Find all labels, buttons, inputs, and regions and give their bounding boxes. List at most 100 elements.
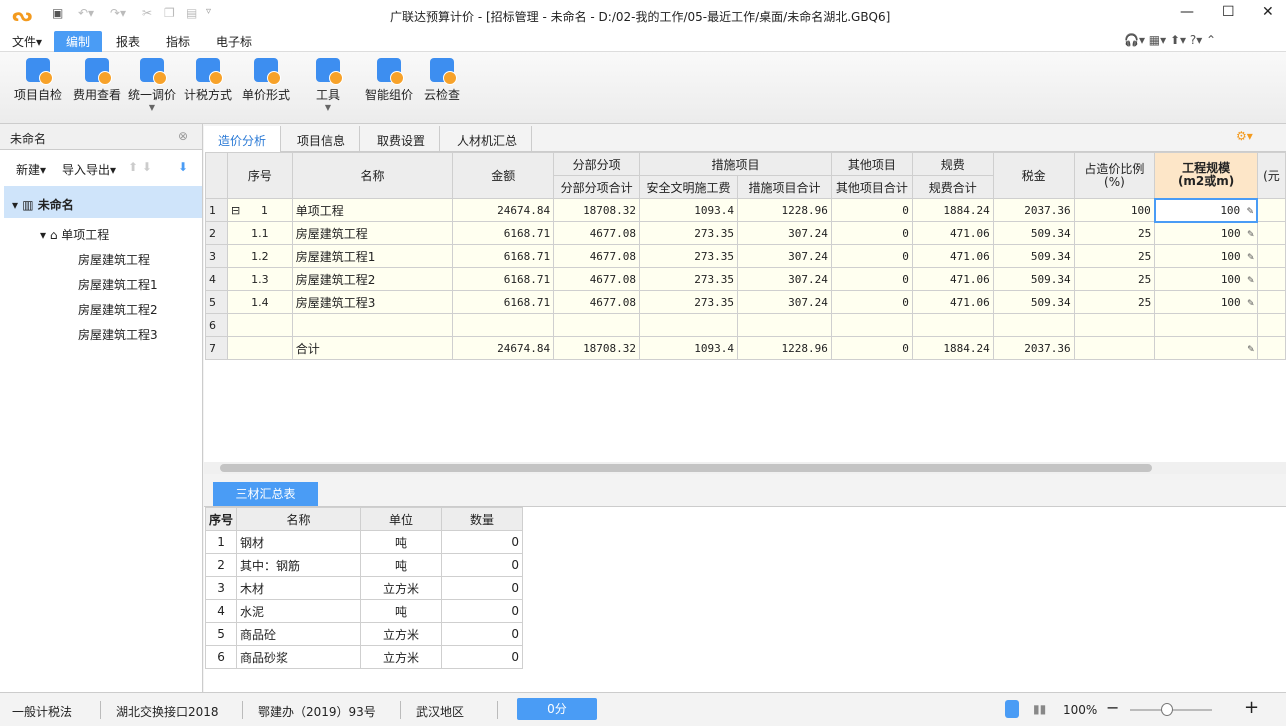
maximize-button[interactable]: ☐ [1222, 4, 1235, 20]
tax-cell[interactable] [992, 313, 1075, 337]
tab-material-summary[interactable]: 人材机汇总 [443, 126, 533, 152]
amount-cell[interactable]: 6168.71 [452, 244, 555, 268]
other-total-cell[interactable]: 0 [830, 267, 913, 291]
measures-total-cell[interactable]: 1228.96 [737, 336, 832, 360]
table-row[interactable]: 1 钢材吨 0 [204, 530, 524, 554]
subitem-total-cell[interactable]: 4677.08 [553, 221, 641, 245]
measures-total-cell[interactable]: 307.24 [737, 267, 832, 291]
name-cell[interactable]: 单项工程 [291, 198, 454, 222]
scale-cell[interactable]: 100 ✎ [1153, 197, 1259, 223]
table-row[interactable]: 6 商品砂浆 立方米 0 [204, 645, 524, 669]
safety-fee-cell[interactable]: 1093.4 [639, 336, 738, 360]
paste-icon[interactable]: ▤ [186, 6, 197, 20]
fees-total-cell[interactable]: 471.06 [911, 221, 994, 245]
customize-icon[interactable]: ▿ [206, 6, 211, 17]
fees-total-cell[interactable]: 471.06 [911, 244, 994, 268]
table-row[interactable]: 5 1.4 房屋建筑工程3 6168.71 4677.08 273.35 307.24 0 47… [205, 290, 1286, 314]
tax-cell[interactable]: 2037.36 [992, 198, 1075, 222]
save-icon[interactable]: ▣ [52, 6, 63, 20]
unit-cell[interactable]: 立方米 [360, 645, 443, 669]
table-row[interactable]: 3 1.2 房屋建筑工程1 6168.71 4677.08 273.35 307.24 0 47… [205, 244, 1286, 268]
fees-total-cell[interactable]: 471.06 [911, 267, 994, 291]
other-total-cell[interactable] [830, 313, 913, 337]
safety-fee-cell[interactable] [639, 313, 738, 337]
qty-cell[interactable]: 0 [441, 599, 524, 623]
redo-icon[interactable]: ↷▾ [110, 6, 126, 20]
tree-item-root[interactable]: ▾ ▥ 未命名 [12, 196, 74, 213]
name-cell[interactable] [291, 313, 454, 337]
seq-cell[interactable]: 1.3 [226, 267, 293, 291]
other-total-cell[interactable]: 0 [830, 336, 913, 360]
column-settings-icon[interactable]: ⚙▾ [1236, 129, 1253, 143]
measures-total-cell[interactable]: 307.24 [737, 290, 832, 314]
zoom-in-button[interactable]: + [1244, 697, 1259, 718]
subitem-total-cell[interactable]: 4677.08 [553, 290, 641, 314]
tax-cell[interactable]: 509.34 [992, 221, 1075, 245]
ratio-cell[interactable] [1073, 336, 1156, 360]
amount-cell[interactable]: 6168.71 [452, 267, 555, 291]
safety-fee-cell[interactable]: 273.35 [639, 221, 738, 245]
safety-fee-cell[interactable]: 273.35 [639, 244, 738, 268]
qty-cell[interactable]: 0 [441, 553, 524, 577]
name-cell[interactable]: 钢材 [236, 530, 362, 554]
scrollbar-thumb[interactable] [220, 464, 1152, 472]
unit-cell[interactable]: 吨 [360, 530, 443, 554]
edit-icon[interactable]: ✎ [1241, 250, 1254, 263]
table-row[interactable]: 2 其中：钢筋吨 0 [204, 553, 524, 577]
layout-split-icon[interactable]: ▮▮ [1033, 702, 1046, 716]
subitem-total-cell[interactable]: 4677.08 [553, 267, 641, 291]
edit-icon[interactable]: ✎ [1240, 204, 1254, 217]
project-check-button[interactable]: 项目自检 [14, 58, 62, 103]
measures-total-cell[interactable] [737, 313, 832, 337]
scale-cell[interactable]: 100 ✎ [1154, 244, 1258, 268]
ratio-cell[interactable] [1073, 313, 1156, 337]
subitem-total-cell[interactable]: 4677.08 [553, 244, 641, 268]
other-total-cell[interactable]: 0 [830, 290, 913, 314]
seq-cell[interactable]: 6 [204, 645, 238, 669]
help-tools-icons[interactable]: 🎧▾ ▦▾ ⬆▾ ?▾ ⌃ [1124, 33, 1216, 47]
amount-cell[interactable]: 24674.84 [452, 198, 555, 222]
table-row[interactable]: 7 合计 24674.84 18708.32 1093.4 1228.96 0 1884.24… [205, 336, 1286, 360]
amount-cell[interactable]: 24674.84 [452, 336, 555, 360]
fees-total-cell[interactable]: 1884.24 [911, 336, 994, 360]
seq-cell[interactable]: 1.2 [226, 244, 293, 268]
seq-cell[interactable]: 3 [204, 576, 238, 600]
copy-icon[interactable]: ❐ [164, 6, 175, 20]
tree-item-building-1[interactable]: 房屋建筑工程1 [78, 276, 158, 293]
tax-cell[interactable]: 509.34 [992, 290, 1075, 314]
tree-item-single[interactable]: ▾ ⌂ 单项工程 [40, 226, 109, 243]
name-cell[interactable]: 房屋建筑工程 [291, 221, 454, 245]
qty-cell[interactable]: 0 [441, 645, 524, 669]
unit-cell[interactable]: 吨 [360, 599, 443, 623]
tree-item-building-3[interactable]: 房屋建筑工程3 [78, 326, 158, 343]
scale-cell[interactable]: 100 ✎ [1154, 221, 1258, 245]
amount-cell[interactable] [452, 313, 555, 337]
table-row[interactable]: 3 木材 立方米 0 [204, 576, 524, 600]
seq-cell[interactable] [226, 313, 293, 337]
unit-cell[interactable]: 立方米 [360, 576, 443, 600]
safety-fee-cell[interactable]: 273.35 [639, 267, 738, 291]
tab-fee-settings[interactable]: 取费设置 [363, 126, 441, 152]
menu-ebid[interactable]: 电子标 [216, 33, 252, 50]
import-export-button[interactable]: 导入导出▾ [62, 161, 116, 178]
name-cell[interactable]: 其中：钢筋 [236, 553, 362, 577]
layout-single-icon[interactable] [1005, 700, 1019, 718]
qty-cell[interactable]: 0 [441, 576, 524, 600]
menu-report[interactable]: 报表 [116, 33, 140, 50]
table-row[interactable]: 2 1.1 房屋建筑工程 6168.71 4677.08 273.35 307.24 0 471… [205, 221, 1286, 245]
download-icon[interactable]: ⬇ [178, 160, 188, 174]
edit-icon[interactable]: ✎ [1247, 342, 1254, 355]
name-cell[interactable]: 房屋建筑工程3 [291, 290, 454, 314]
name-cell[interactable]: 合计 [291, 336, 454, 360]
safety-fee-cell[interactable]: 1093.4 [639, 198, 738, 222]
qty-cell[interactable]: 0 [441, 530, 524, 554]
seq-cell[interactable]: 4 [204, 599, 238, 623]
tree-item-building-2[interactable]: 房屋建筑工程2 [78, 301, 158, 318]
unit-price-form-button[interactable]: 单价形式 [242, 58, 290, 103]
table-row[interactable]: 4 1.3 房屋建筑工程2 6168.71 4677.08 273.35 307.24 0 47… [205, 267, 1286, 291]
smart-pricing-button[interactable]: 智能组价 [365, 58, 413, 103]
seq-cell[interactable]: ⊟ 1 [226, 198, 293, 222]
subitem-total-cell[interactable]: 18708.32 [553, 198, 641, 222]
zoom-slider-handle[interactable] [1161, 703, 1173, 716]
scale-cell[interactable]: ✎ [1154, 336, 1258, 360]
